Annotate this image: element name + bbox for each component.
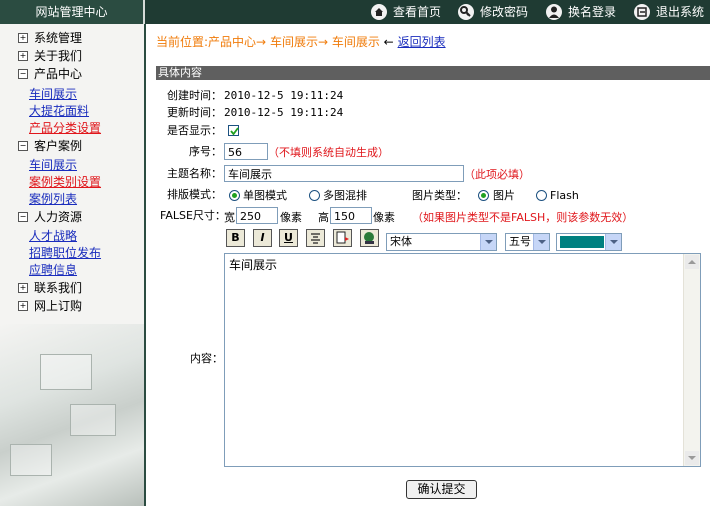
updated-time-value: 2010-12-5 19:11:24 bbox=[224, 106, 344, 119]
font-size-select[interactable]: 五号 bbox=[505, 233, 550, 251]
menu-group-hr[interactable]: − 人力资源 bbox=[18, 209, 82, 225]
pictype-flash-radio[interactable] bbox=[536, 190, 547, 201]
user-icon bbox=[546, 3, 562, 20]
expand-icon[interactable]: + bbox=[18, 282, 28, 293]
collapse-icon[interactable]: − bbox=[18, 211, 28, 222]
italic-button[interactable]: I bbox=[253, 229, 272, 247]
insert-document-icon bbox=[336, 231, 349, 244]
collapse-icon[interactable]: − bbox=[18, 68, 28, 79]
menu-item-case-workshop[interactable]: 车间展示 bbox=[29, 158, 77, 173]
nav-logout[interactable]: 退出系统 bbox=[634, 0, 704, 24]
chevron-down-icon bbox=[605, 234, 621, 250]
layout-multi-radio[interactable] bbox=[309, 190, 320, 201]
stamp-image bbox=[40, 354, 92, 390]
menu-item-jacquard[interactable]: 大提花面料 bbox=[29, 104, 89, 119]
height-label: 高 bbox=[318, 211, 329, 224]
layout-label: 排版模式： bbox=[167, 188, 222, 201]
menu-item-product-category[interactable]: 产品分类设置 bbox=[29, 121, 101, 136]
title-label: 主题名称： bbox=[167, 167, 222, 180]
layout-single-radio[interactable] bbox=[229, 190, 240, 201]
seq-note: （不填则系统自动生成） bbox=[268, 146, 389, 159]
sidebar: + 系统管理 + 关于我们 − 产品中心 车间展示 大提花面料 产品分类设置 − 客户案… bbox=[0, 24, 146, 506]
width-unit: 像素 bbox=[280, 211, 302, 224]
insert-image-button[interactable] bbox=[333, 229, 352, 247]
pictype-flash-label: Flash bbox=[550, 189, 579, 202]
menu-item-applications[interactable]: 应聘信息 bbox=[29, 263, 77, 278]
menu-item-case-list[interactable]: 案例列表 bbox=[29, 192, 77, 207]
sidebar-divider bbox=[144, 24, 146, 506]
layout-multi-label: 多图混排 bbox=[323, 189, 367, 202]
size-note: （如果图片类型不是FALSH，则该参数无效） bbox=[412, 211, 634, 224]
breadcrumb-prefix: 当前位置:产品中心→ bbox=[156, 35, 267, 49]
pictype-label: 图片类型： bbox=[412, 189, 467, 202]
created-time-label: 创建时间： bbox=[167, 89, 222, 102]
scroll-up-icon[interactable] bbox=[685, 255, 699, 269]
bold-button[interactable]: B bbox=[226, 229, 245, 247]
chevron-down-icon bbox=[480, 234, 496, 250]
expand-icon[interactable]: + bbox=[18, 50, 28, 61]
menu-group-cases[interactable]: − 客户案例 bbox=[18, 138, 82, 154]
show-label: 是否显示： bbox=[167, 124, 222, 137]
menu-item-workshop[interactable]: 车间展示 bbox=[29, 87, 77, 102]
menu-group-about[interactable]: + 关于我们 bbox=[18, 48, 82, 64]
home-icon bbox=[371, 3, 387, 20]
menu-group-contact[interactable]: + 联系我们 bbox=[18, 280, 82, 296]
stamp-image bbox=[70, 404, 116, 436]
height-input[interactable]: 150 bbox=[330, 207, 372, 224]
font-family-select[interactable]: 宋体 bbox=[386, 233, 497, 251]
created-time-value: 2010-12-5 19:11:24 bbox=[224, 89, 344, 102]
checkmark-icon bbox=[230, 127, 239, 136]
underline-button[interactable]: U bbox=[279, 229, 298, 247]
breadcrumb: 当前位置:产品中心→ 车间展示→ 车间展示 ← 返回列表 bbox=[156, 34, 446, 50]
exit-icon bbox=[634, 3, 650, 20]
scroll-down-icon[interactable] bbox=[685, 451, 699, 465]
menu-group-order[interactable]: + 网上订购 bbox=[18, 298, 82, 314]
expand-icon[interactable]: + bbox=[18, 32, 28, 43]
content-textarea[interactable]: 车间展示 bbox=[224, 253, 701, 467]
menu-group-products[interactable]: − 产品中心 bbox=[18, 66, 82, 82]
menu-item-case-category[interactable]: 案例类别设置 bbox=[29, 175, 101, 190]
site-title: 网站管理中心 bbox=[0, 0, 145, 24]
font-color-select[interactable] bbox=[556, 233, 622, 251]
seq-input[interactable]: 56 bbox=[224, 143, 268, 160]
menu-group-system[interactable]: + 系统管理 bbox=[18, 30, 82, 46]
pictype-image-radio[interactable] bbox=[478, 190, 489, 201]
updated-time-label: 更新时间： bbox=[167, 106, 222, 119]
nav-home[interactable]: 查看首页 bbox=[371, 0, 441, 24]
align-center-button[interactable] bbox=[306, 229, 325, 247]
media-icon bbox=[364, 232, 374, 244]
nav-change-password[interactable]: 修改密码 bbox=[458, 0, 528, 24]
submit-button[interactable]: 确认提交 bbox=[406, 480, 477, 499]
textarea-scrollbar[interactable] bbox=[683, 254, 700, 466]
breadcrumb-level2: 车间展示→ bbox=[269, 35, 328, 49]
section-title: 具体内容 bbox=[156, 66, 710, 80]
content-label: 内容： bbox=[190, 352, 223, 365]
breadcrumb-level3: 车间展示 bbox=[331, 35, 380, 49]
stamp-image bbox=[10, 444, 52, 476]
seq-label: 序号： bbox=[189, 145, 222, 158]
width-label: 宽 bbox=[224, 211, 235, 224]
insert-media-button[interactable] bbox=[360, 229, 379, 247]
chevron-down-icon bbox=[533, 234, 549, 250]
show-checkbox[interactable] bbox=[228, 125, 239, 136]
menu-item-talent[interactable]: 人才战略 bbox=[29, 229, 77, 244]
pictype-image-label: 图片 bbox=[493, 189, 515, 202]
expand-icon[interactable]: + bbox=[18, 300, 28, 311]
size-label: FALSE尺寸： bbox=[160, 209, 226, 222]
layout-single-label: 单图模式 bbox=[243, 189, 287, 202]
menu-item-job-post[interactable]: 招聘职位发布 bbox=[29, 246, 101, 261]
align-center-icon bbox=[311, 233, 320, 244]
title-input[interactable]: 车间展示 bbox=[224, 165, 464, 182]
color-swatch bbox=[560, 236, 604, 248]
key-icon bbox=[458, 3, 474, 20]
collapse-icon[interactable]: − bbox=[18, 140, 28, 151]
content-text: 车间展示 bbox=[229, 258, 278, 272]
height-unit: 像素 bbox=[373, 211, 395, 224]
nav-switch-login[interactable]: 换名登录 bbox=[546, 0, 616, 24]
title-note: （此项必填） bbox=[464, 168, 530, 181]
back-to-list-link[interactable]: 返回列表 bbox=[398, 35, 446, 49]
width-input[interactable]: 250 bbox=[236, 207, 278, 224]
back-arrow: ← bbox=[383, 35, 394, 49]
